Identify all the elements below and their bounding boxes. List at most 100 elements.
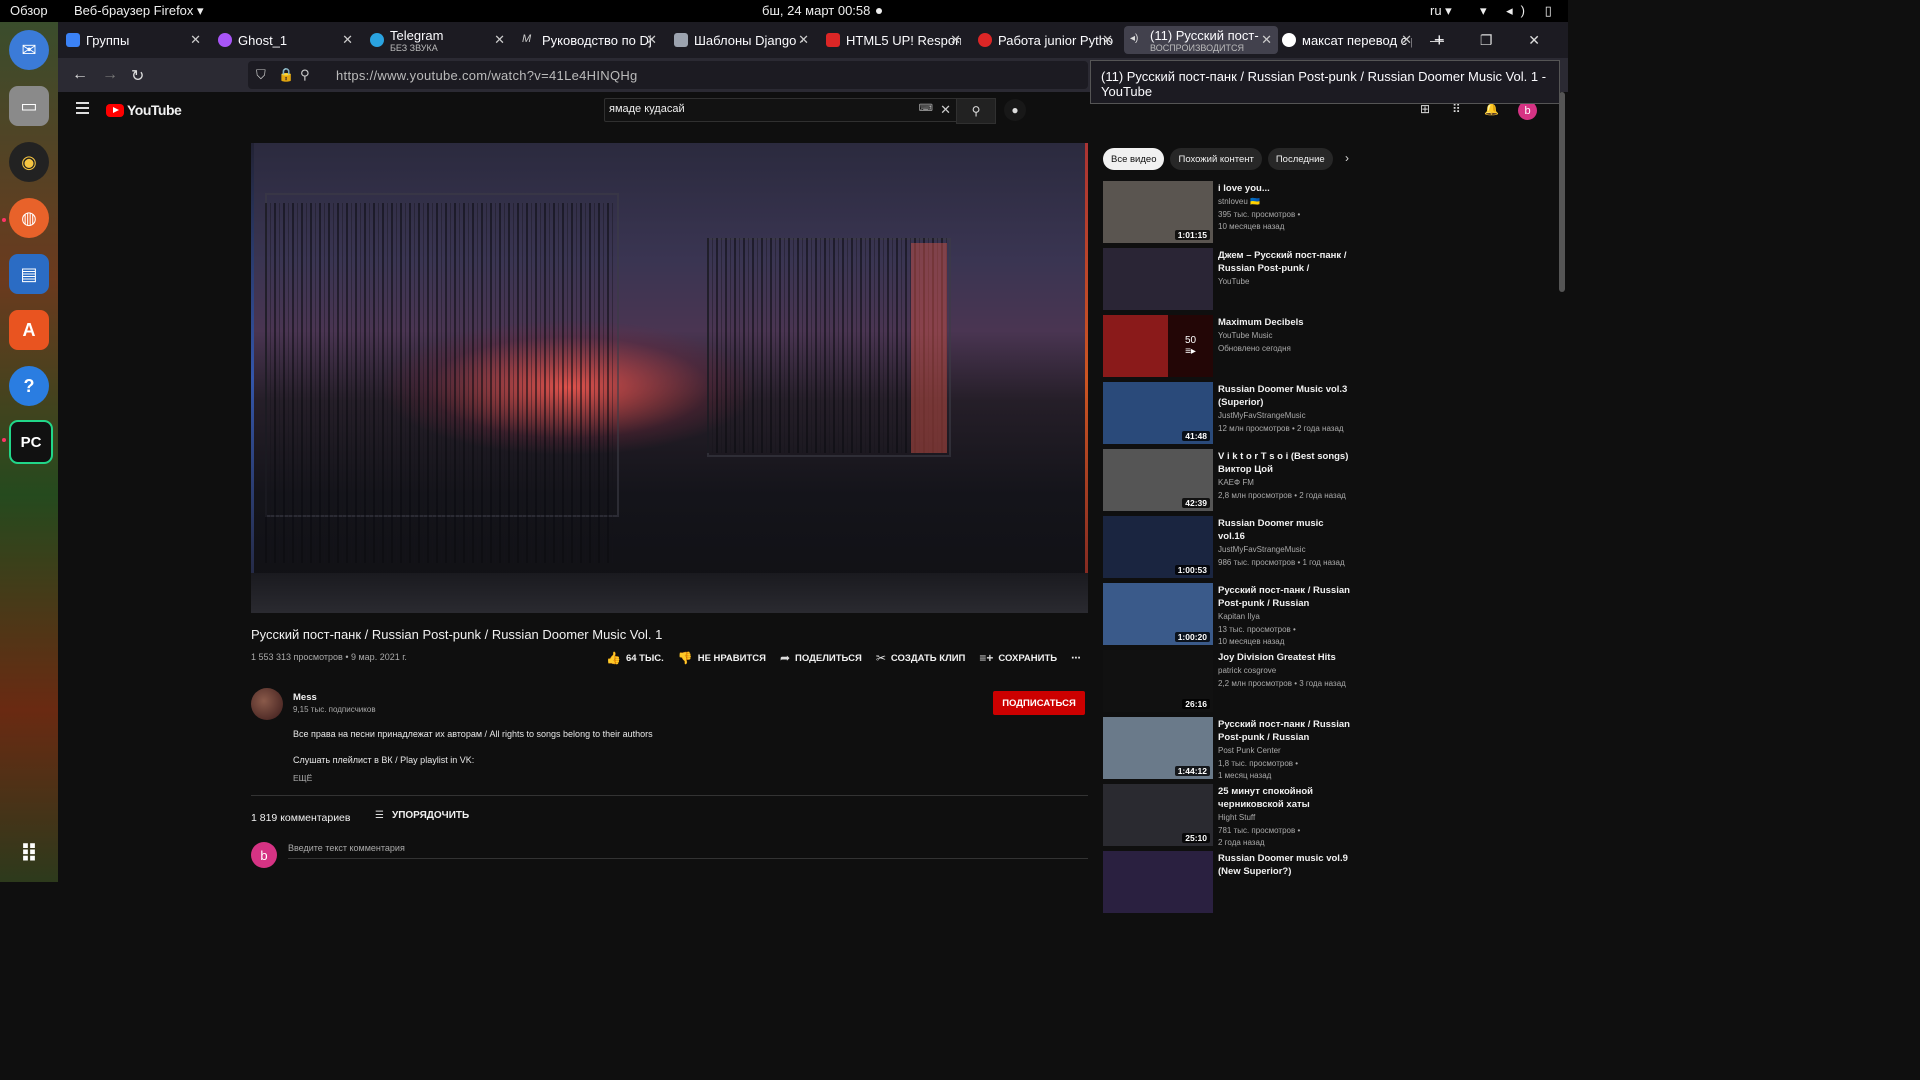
recommendation-title[interactable]: Русский пост-панк / Russian Post-punk / … <box>1218 584 1353 610</box>
tab-youtube-active[interactable]: ◂) (11) Русский пост- ВОСПРОИЗВОДИТСЯ ✕ <box>1124 26 1278 54</box>
tab-close-icon[interactable]: ✕ <box>798 32 809 48</box>
permissions-icon[interactable]: ⚲ <box>300 67 310 83</box>
writer-icon[interactable]: ▤ <box>9 254 49 294</box>
recommendation-item[interactable]: 1:44:12 Русский пост-панк / Russian Post-… <box>1103 717 1353 780</box>
video-thumbnail[interactable]: 26:16 <box>1103 650 1213 712</box>
pycharm-icon[interactable]: PC <box>9 420 53 464</box>
search-button[interactable]: ⚲ <box>956 98 996 124</box>
voice-search-button[interactable]: ● <box>1004 99 1026 121</box>
apps-grid-icon[interactable]: ⠿ <box>1452 102 1461 116</box>
recommendation-channel[interactable]: YouTube <box>1218 277 1249 286</box>
chevron-right-icon[interactable]: › <box>1345 151 1349 165</box>
recommendation-title[interactable]: Joy Division Greatest Hits <box>1218 651 1353 664</box>
youtube-logo[interactable]: YouTube <box>106 102 182 118</box>
chip-recent[interactable]: Последние <box>1267 148 1333 170</box>
app-grid-icon[interactable]: ⠿ <box>9 834 49 874</box>
tab-close-icon[interactable]: ✕ <box>950 32 961 48</box>
tab-close-icon[interactable]: ✕ <box>342 32 353 48</box>
recommendation-title[interactable]: Джем – Русский пост-панк / Russian Post-… <box>1218 249 1353 275</box>
hamburger-menu-icon[interactable] <box>76 102 89 117</box>
firefox-icon[interactable]: ◍ <box>9 198 49 238</box>
show-more-button[interactable]: ЕЩЁ <box>293 773 312 783</box>
recommendation-item[interactable]: 1:01:15 i love you... stnloveu 🇺🇦 395 тыс. … <box>1103 181 1353 243</box>
video-thumbnail[interactable]: 41:48 <box>1103 382 1213 444</box>
recommendation-channel[interactable]: KAEФ FM <box>1218 478 1254 487</box>
lock-icon[interactable]: 🔒 <box>278 67 294 83</box>
dislike-button[interactable]: 👎 НЕ НРАВИТСЯ <box>678 651 766 665</box>
recommendation-item[interactable]: 25:10 25 минут спокойной черниковской хат… <box>1103 784 1353 847</box>
comment-input[interactable]: Введите текст комментария <box>288 843 405 853</box>
recommendation-title[interactable]: V i k t o r T s o i (Best songs) Виктор … <box>1218 450 1353 476</box>
tab-close-icon[interactable]: ✕ <box>190 32 201 48</box>
tab-django-templates[interactable]: Шаблоны Django · ✕ <box>674 26 809 54</box>
back-arrow-icon[interactable]: ← <box>72 66 88 84</box>
tab-telegram[interactable]: Telegram БЕЗ ЗВУКА ✕ <box>370 26 505 54</box>
recommendation-channel[interactable]: YouTube Music <box>1218 331 1273 340</box>
page-scrollbar[interactable] <box>1559 92 1565 292</box>
video-thumbnail[interactable]: 1:00:53 <box>1103 516 1213 578</box>
clip-button[interactable]: ✂ СОЗДАТЬ КЛИП <box>876 651 966 665</box>
recommendation-item[interactable]: 1:00:53 Russian Doomer music vol.16 JustMy… <box>1103 516 1353 578</box>
recommendation-item[interactable]: 41:48 Russian Doomer Music vol.3 (Superio… <box>1103 382 1353 444</box>
help-icon[interactable]: ? <box>9 366 49 406</box>
recommendation-item[interactable]: 26:16 Joy Division Greatest Hits patrick c… <box>1103 650 1353 712</box>
video-thumbnail[interactable]: 1:00:20 <box>1103 583 1213 645</box>
chip-all[interactable]: Все видео <box>1103 148 1165 170</box>
window-controls[interactable]: — ❐ ✕ <box>1430 32 1556 49</box>
tracking-shield-icon[interactable]: ⛉ <box>256 67 266 83</box>
recommendation-item[interactable]: Russian Doomer music vol.9 (New Superior… <box>1103 851 1353 913</box>
create-video-icon[interactable]: ⊞ <box>1420 102 1430 116</box>
tab-django-guide[interactable]: M Руководство по Dj ✕ <box>522 26 657 54</box>
rhythmbox-icon[interactable]: ◉ <box>9 142 49 182</box>
url-text[interactable]: https://www.youtube.com/watch?v=41Le4HIN… <box>336 68 638 83</box>
recommendation-title[interactable]: Russian Doomer music vol.16 <box>1218 517 1353 543</box>
mail-app-icon[interactable]: ✉ <box>9 30 49 70</box>
recommendation-channel[interactable]: patrick cosgrove <box>1218 666 1276 675</box>
tab-html5up[interactable]: HTML5 UP! Respon ✕ <box>826 26 961 54</box>
tab-close-icon[interactable]: ✕ <box>1102 32 1113 48</box>
recommendation-title[interactable]: Русский пост-панк / Russian Post-punk / … <box>1218 718 1353 744</box>
video-thumbnail[interactable]: 25:10 <box>1103 784 1213 846</box>
search-query[interactable]: ямаде кудасай <box>609 103 685 115</box>
like-button[interactable]: 👍 64 ТЫС. <box>606 651 664 665</box>
search-input[interactable]: ямаде кудасай ⌨ ✕ <box>604 98 958 122</box>
tab-close-icon[interactable]: ✕ <box>494 32 505 48</box>
sort-comments-button[interactable]: ☰ УПОРЯДОЧИТЬ <box>375 810 469 821</box>
recommendation-channel[interactable]: Post Punk Center <box>1218 746 1281 755</box>
video-thumbnail[interactable]: 1:01:15 <box>1103 181 1213 243</box>
recommendation-channel[interactable]: JustMyFavStrangeMusic <box>1218 411 1306 420</box>
recommendation-item[interactable]: Джем – Русский пост-панк / Russian Post-… <box>1103 248 1353 310</box>
recommendation-channel[interactable]: stnloveu 🇺🇦 <box>1218 197 1260 206</box>
software-center-icon[interactable]: A <box>9 310 49 350</box>
forward-arrow-icon[interactable]: → <box>102 66 118 84</box>
recommendation-item[interactable]: 42:39 V i k t o r T s o i (Best songs) Ви… <box>1103 449 1353 511</box>
recommendation-channel[interactable]: Hight Stuff <box>1218 813 1255 822</box>
tab-translate[interactable]: максат перевод с р ✕ <box>1282 26 1412 54</box>
tab-close-icon[interactable]: ✕ <box>646 32 657 48</box>
reload-icon[interactable]: ↻ <box>131 66 144 86</box>
app-menu[interactable]: Веб-браузер Firefox ▾ <box>74 3 204 19</box>
subscribe-button[interactable]: ПОДПИСАТЬСЯ <box>993 691 1085 715</box>
recommendation-title[interactable]: Maximum Decibels <box>1218 316 1353 329</box>
url-bar[interactable]: ⛉ 🔒 ⚲ https://www.youtube.com/watch?v=41… <box>248 61 1088 89</box>
tab-ghost[interactable]: Ghost_1 ✕ <box>218 26 353 54</box>
share-button[interactable]: ➦ ПОДЕЛИТЬСЯ <box>780 651 862 665</box>
video-thumbnail[interactable]: 50 ≡▸ <box>1103 315 1213 377</box>
recommendation-channel[interactable]: Kapitan Ilya <box>1218 612 1260 621</box>
channel-name[interactable]: Mess <box>293 692 317 703</box>
recommendation-channel[interactable]: JustMyFavStrangeMusic <box>1218 545 1306 554</box>
recommendation-title[interactable]: i love you... <box>1218 182 1353 195</box>
video-thumbnail[interactable] <box>1103 248 1213 310</box>
chip-related[interactable]: Похожий контент <box>1170 148 1262 170</box>
recommendation-title[interactable]: 25 минут спокойной черниковской хаты ноч… <box>1218 785 1353 811</box>
recommendation-item[interactable]: 1:00:20 Русский пост-панк / Russian Post-… <box>1103 583 1353 646</box>
tab-groups[interactable]: Группы ✕ <box>66 26 201 54</box>
recommendation-title[interactable]: Russian Doomer music vol.9 (New Superior… <box>1218 852 1353 878</box>
keyboard-icon[interactable]: ⌨ <box>919 103 933 114</box>
video-player[interactable] <box>251 143 1088 613</box>
more-actions-button[interactable]: ⋯ <box>1071 653 1081 664</box>
recommendation-title[interactable]: Russian Doomer Music vol.3 (Superior) <box>1218 383 1353 409</box>
activities-button[interactable]: Обзор <box>10 3 48 18</box>
recommendation-item[interactable]: 50 ≡▸ Maximum Decibels YouTube Music Обновле… <box>1103 315 1353 377</box>
speaker-icon[interactable]: ◂) <box>1130 33 1144 47</box>
